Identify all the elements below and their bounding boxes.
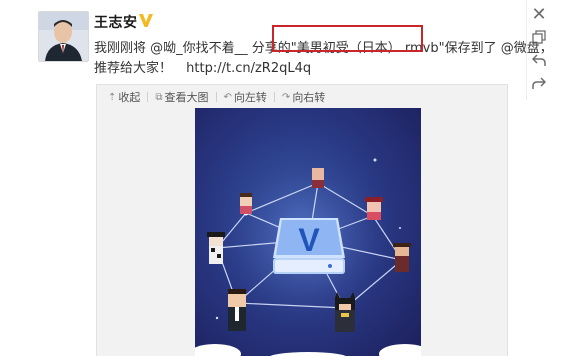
sparkle-icon — [215, 316, 219, 320]
back-button[interactable] — [528, 50, 550, 70]
popout-window-button[interactable] — [528, 27, 550, 47]
avatar-portrait — [39, 12, 88, 61]
close-button[interactable]: ✕ — [528, 3, 550, 25]
toolbar-divider — [215, 92, 217, 102]
view-large-label: 查看大图 — [164, 91, 209, 104]
cloud-decoration — [195, 344, 421, 356]
rotate-left-icon: ↶ — [223, 91, 232, 103]
highlight-box — [272, 25, 423, 52]
short-link[interactable]: http://t.cn/zR2qL4q — [186, 61, 311, 76]
rotate-right-icon: ↷ — [281, 91, 291, 103]
avatar[interactable] — [38, 11, 89, 62]
pixel-figure-right — [393, 243, 411, 272]
post-text-line-2-prefix: 推荐给大家！ — [94, 61, 173, 76]
forward-arrow-icon — [532, 77, 546, 89]
toolbar-divider — [147, 92, 149, 102]
close-icon: ✕ — [531, 3, 547, 25]
pixel-figure-right-top — [365, 197, 383, 220]
rotate-left-label: 向左转 — [233, 91, 267, 104]
svg-text:V: V — [298, 222, 320, 258]
sparkle-icon — [399, 227, 401, 229]
weipan-drive-logo: V — [273, 218, 345, 274]
weipan-network-illustration: V — [195, 153, 421, 356]
forward-button[interactable] — [528, 73, 550, 93]
collapse-arrow-icon: ⇡ — [108, 91, 117, 103]
rotate-right-label: 向右转 — [292, 91, 326, 104]
popout-window-icon — [532, 30, 546, 44]
side-divider — [526, 0, 527, 100]
enlarge-icon: ⧉ — [155, 91, 163, 103]
sparkle-icon — [373, 158, 377, 162]
post-text-line-2: 推荐给大家！ http://t.cn/zR2qL4q — [94, 57, 311, 76]
pixel-figure-bottom-left — [228, 289, 246, 331]
collapse-label: 收起 — [118, 91, 141, 104]
rotate-right-button[interactable]: ↷ 向右转 — [282, 89, 325, 105]
username[interactable]: 王志安 — [94, 12, 138, 32]
pixel-figure-bottom-right — [335, 292, 355, 332]
pixel-figure-left — [207, 232, 225, 264]
media-toolbar: ⇡ 收起 ⧉ 查看大图 ↶ 向左转 ↷ 向右转 — [108, 90, 325, 104]
toolbar-divider — [273, 92, 275, 102]
pixel-figure-left-top — [240, 193, 252, 214]
post-image[interactable]: V — [195, 108, 421, 356]
back-arrow-icon — [532, 54, 546, 66]
view-large-button[interactable]: ⧉ 查看大图 — [155, 89, 208, 105]
pixel-figure-top — [312, 168, 324, 188]
rotate-left-button[interactable]: ↶ 向左转 — [224, 89, 267, 105]
weibo-post: 王志安 我刚刚将 @呦_你找不着__ 分享的"美男初受（日本）.rmvb"保存到… — [0, 0, 584, 356]
collapse-button[interactable]: ⇡ 收起 — [108, 89, 140, 105]
verified-v-badge-icon — [137, 11, 155, 29]
